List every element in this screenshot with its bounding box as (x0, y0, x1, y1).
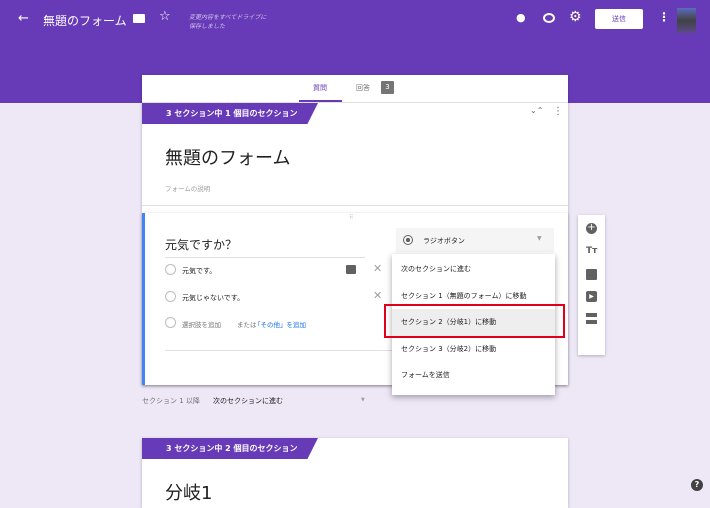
save-status: 変更内容をすべてドライブに (189, 14, 267, 21)
star-icon[interactable]: ☆ (159, 9, 171, 24)
form-description-input[interactable]: フォームの説明 (165, 183, 210, 193)
chevron-down-icon: ▼ (537, 235, 542, 242)
tab-questions[interactable]: 質問 (313, 83, 327, 93)
preview-eye-icon[interactable] (543, 13, 555, 23)
more-vert-icon[interactable]: ⋮ (658, 10, 670, 24)
add-video-icon[interactable]: ▶ (586, 291, 597, 302)
avatar[interactable] (677, 8, 696, 33)
responses-count-badge: 3 (381, 81, 394, 94)
tabs-bar: 質問 回答 3 (142, 75, 568, 103)
collapse-icon[interactable]: ⌄⌃ (530, 106, 543, 115)
remove-option-icon[interactable]: ✕ (373, 289, 382, 302)
section-1-label: 3 セクション中 1 個目のセクション (142, 103, 318, 124)
add-other-link[interactable]: 「その他」を追加 (254, 319, 306, 329)
option-radio (165, 264, 176, 275)
remove-option-icon[interactable]: ✕ (373, 262, 382, 275)
add-image-icon[interactable] (586, 269, 597, 280)
settings-gear-icon[interactable]: ⚙ (569, 9, 582, 25)
help-icon[interactable]: ? (691, 479, 703, 491)
section-2-label: 3 セクション中 2 個目のセクション (142, 438, 318, 459)
palette-icon[interactable]: ● (516, 11, 526, 24)
drag-handle-icon[interactable]: ⠿ (349, 214, 353, 221)
menu-item-submit-form[interactable]: フォームを送信 (392, 362, 555, 389)
side-toolbar: + Tт ▶ (578, 215, 605, 355)
radio-type-icon (403, 235, 413, 245)
option-1[interactable]: 元気です。 (182, 266, 216, 276)
chevron-down-icon: ▼ (361, 397, 365, 403)
send-button[interactable]: 送信 (595, 9, 643, 29)
add-section-icon[interactable] (586, 313, 597, 324)
menu-item-next-section[interactable]: 次のセクションに進む (392, 256, 555, 283)
option-radio (165, 291, 176, 302)
after-section-label: セクション 1 以降 (142, 397, 200, 405)
option-2[interactable]: 元気じゃないです。 (182, 293, 244, 303)
add-question-icon[interactable]: + (586, 223, 597, 234)
save-status-2: 保存しました (189, 23, 226, 30)
section-2-title[interactable]: 分岐1 (165, 479, 212, 505)
back-arrow-icon[interactable]: ← (18, 11, 29, 26)
add-title-icon[interactable]: Tт (586, 246, 597, 257)
add-option-link[interactable]: 選択肢を追加 (182, 319, 221, 329)
folder-icon[interactable] (133, 14, 145, 23)
tab-indicator (299, 100, 342, 102)
form-title[interactable]: 無題のフォーム (43, 12, 127, 29)
tab-responses[interactable]: 回答 (356, 83, 370, 93)
image-icon[interactable] (346, 265, 356, 274)
question-title-input[interactable]: 元気ですか？ (165, 236, 365, 258)
after-section-dropdown[interactable]: 次のセクションに進む (213, 396, 283, 406)
menu-item-section-3[interactable]: セクション 3（分岐2）に移動 (392, 336, 555, 363)
section-title[interactable]: 無題のフォーム (165, 144, 290, 170)
section-more-icon[interactable]: ⋮ (553, 106, 563, 117)
divider (142, 205, 568, 206)
option-radio (165, 317, 176, 328)
question-type-label: ラジオボタン (423, 237, 465, 245)
question-type-dropdown[interactable]: ラジオボタン ▼ (396, 228, 554, 252)
highlight-box (384, 304, 565, 338)
